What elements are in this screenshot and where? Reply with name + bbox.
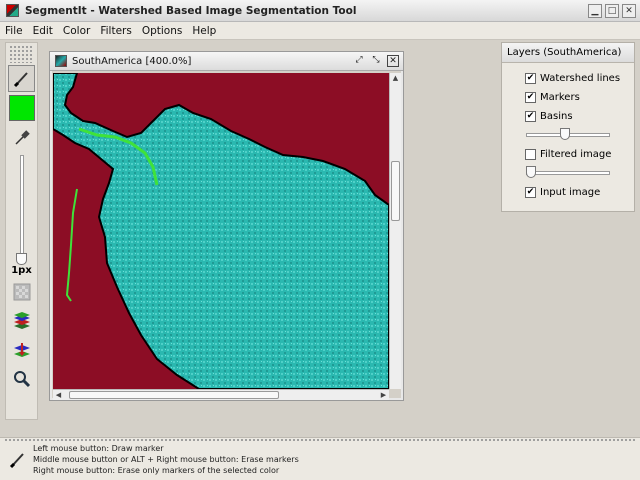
segmentation-image[interactable] <box>53 73 389 389</box>
layer-down-icon <box>13 342 30 357</box>
menu-options[interactable]: Options <box>137 25 188 37</box>
layers-panel-title: Layers (SouthAmerica) <box>502 43 634 63</box>
eyedropper-icon <box>14 129 30 145</box>
checkbox-filtered-image[interactable] <box>525 149 536 160</box>
checkbox-input-image[interactable]: ✔ <box>525 187 536 198</box>
menu-bar: File Edit Color Filters Options Help <box>0 22 640 40</box>
minimize-icon[interactable]: ▁ <box>588 4 602 18</box>
filtered-opacity-slider[interactable] <box>526 164 610 183</box>
maximize-icon[interactable]: ⤡ <box>370 55 382 67</box>
toolbar-grip[interactable] <box>9 45 34 63</box>
layers-panel: Layers (SouthAmerica) ✔ Watershed lines … <box>501 42 635 212</box>
slider-thumb[interactable] <box>560 128 570 140</box>
zoom-icon <box>13 370 30 387</box>
layer-input-image[interactable]: ✔ Input image <box>502 183 634 202</box>
layer-markers[interactable]: ✔ Markers <box>502 88 634 107</box>
image-window-title: SouthAmerica [400.0%] <box>72 55 192 67</box>
layer-watershed-lines[interactable]: ✔ Watershed lines <box>502 69 634 88</box>
window-title: SegmentIt - Watershed Based Image Segmen… <box>25 4 357 17</box>
brush-size-label: 1px <box>11 265 32 276</box>
tool-palette: 1px <box>5 42 38 420</box>
checkbox-markers[interactable]: ✔ <box>525 92 536 103</box>
detach-icon[interactable]: ⤢ <box>353 55 365 67</box>
layer-filtered-image[interactable]: Filtered image <box>502 145 634 164</box>
layer-label: Basins <box>540 111 573 122</box>
status-grip <box>4 438 636 442</box>
image-window: SouthAmerica [400.0%] ⤢ ⤡ ✕ ▲ ◀ ▶ <box>49 51 404 401</box>
horizontal-scrollbar[interactable]: ◀ ▶ <box>53 389 389 400</box>
color-swatch[interactable] <box>8 95 35 121</box>
slider-track <box>526 171 610 175</box>
status-hint-line: Middle mouse button or ALT + Right mouse… <box>33 455 299 464</box>
status-hint-line: Right mouse button: Erase only markers o… <box>33 466 280 475</box>
scroll-left-icon[interactable]: ◀ <box>53 390 64 400</box>
zoom-button[interactable] <box>8 365 35 392</box>
slider-thumb[interactable] <box>15 253 27 265</box>
close-icon[interactable]: ✕ <box>387 55 399 67</box>
brush-size-slider[interactable] <box>12 155 32 265</box>
brush-icon <box>9 453 24 469</box>
layer-label: Filtered image <box>540 149 612 160</box>
menu-color[interactable]: Color <box>58 25 95 37</box>
filter-button[interactable] <box>8 278 35 305</box>
segmentation-canvas[interactable] <box>53 73 389 389</box>
layer-label: Watershed lines <box>540 73 621 84</box>
basins-opacity-slider[interactable] <box>526 126 610 145</box>
horizontal-scroll-thumb[interactable] <box>69 391 279 399</box>
status-hint-line: Left mouse button: Draw marker <box>33 444 164 453</box>
layer-label: Input image <box>540 187 601 198</box>
layer-basins[interactable]: ✔ Basins <box>502 107 634 126</box>
layers-button[interactable] <box>8 307 35 334</box>
close-icon[interactable]: ✕ <box>622 4 636 18</box>
image-window-titlebar[interactable]: SouthAmerica [400.0%] ⤢ ⤡ ✕ <box>50 52 403 71</box>
vertical-scrollbar[interactable]: ▲ <box>389 73 401 389</box>
checkbox-watershed-lines[interactable]: ✔ <box>525 73 536 84</box>
layers-icon <box>13 311 30 329</box>
menu-filters[interactable]: Filters <box>95 25 136 37</box>
menu-file[interactable]: File <box>0 25 28 37</box>
menu-edit[interactable]: Edit <box>28 25 58 37</box>
scroll-up-icon[interactable]: ▲ <box>390 73 401 84</box>
status-bar: Left mouse button: Draw marker Middle mo… <box>0 437 640 480</box>
menu-help[interactable]: Help <box>187 25 221 37</box>
slider-thumb[interactable] <box>526 166 536 178</box>
brush-icon <box>13 71 28 87</box>
brush-tool-button[interactable] <box>8 65 35 92</box>
maximize-icon[interactable]: □ <box>605 4 619 18</box>
image-window-icon <box>55 55 67 67</box>
eyedropper-button[interactable] <box>8 124 35 151</box>
slider-track <box>19 155 24 261</box>
scroll-right-icon[interactable]: ▶ <box>378 390 389 400</box>
checkbox-basins[interactable]: ✔ <box>525 111 536 122</box>
app-icon <box>6 4 19 17</box>
window-titlebar: SegmentIt - Watershed Based Image Segmen… <box>0 0 640 22</box>
layer-label: Markers <box>540 92 580 103</box>
layer-down-button[interactable] <box>8 336 35 363</box>
vertical-scroll-thumb[interactable] <box>391 161 400 221</box>
filter-icon <box>13 283 30 300</box>
